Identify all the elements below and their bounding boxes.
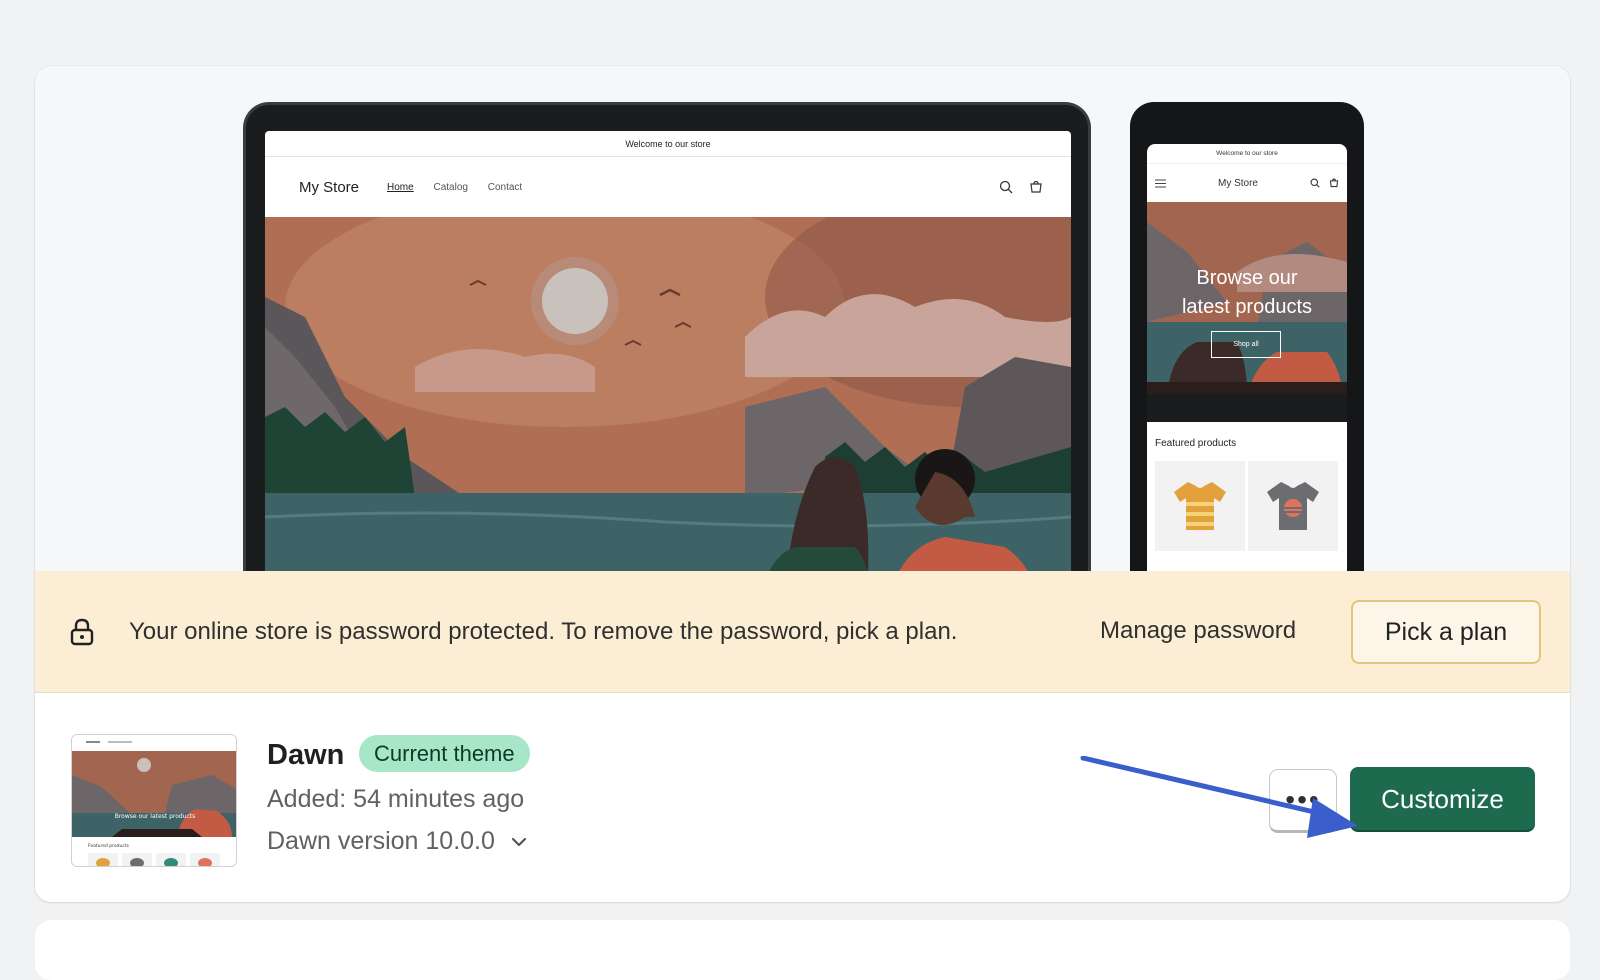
product-card — [1248, 461, 1338, 551]
theme-preview[interactable]: Welcome to our store My Store Home Catal… — [35, 66, 1570, 571]
announcement-bar: Welcome to our store — [265, 131, 1071, 157]
menu-icon — [1155, 179, 1166, 187]
mobile-header: My Store — [1147, 164, 1347, 202]
mobile-shop-all-button: Shop all — [1211, 331, 1281, 358]
mobile-hero: Browse our latest products Shop all — [1147, 202, 1347, 394]
password-message: Your online store is password protected.… — [129, 618, 958, 645]
theme-name: Dawn — [267, 739, 345, 771]
thumbnail-featured: Featured products — [88, 843, 130, 849]
theme-version-label: Dawn version 10.0.0 — [267, 827, 495, 855]
lock-icon — [70, 618, 94, 646]
current-theme-badge: Current theme — [359, 735, 530, 772]
password-banner: Your online store is password protected.… — [35, 571, 1570, 693]
mobile-announcement: Welcome to our store — [1147, 144, 1347, 164]
tshirt-gray-icon — [1267, 482, 1319, 530]
theme-version[interactable]: Dawn version 10.0.0 — [267, 827, 527, 856]
nav-contact: Contact — [487, 181, 523, 193]
theme-added-time: Added: 54 minutes ago — [267, 785, 525, 813]
search-icon — [999, 180, 1013, 194]
mobile-screen: Welcome to our store My Store Browse our… — [1147, 144, 1347, 571]
customize-button[interactable]: Customize — [1350, 767, 1535, 832]
hero-illustration — [265, 217, 1071, 571]
featured-title: Featured products — [1155, 438, 1237, 449]
nav-catalog: Catalog — [433, 181, 468, 193]
store-nav: Home Catalog Contact — [387, 182, 539, 193]
mobile-preview: Welcome to our store My Store Browse our… — [1130, 102, 1364, 571]
cart-icon — [1030, 180, 1042, 193]
store-header: My Store Home Catalog Contact — [265, 157, 1071, 217]
theme-card: Welcome to our store My Store Home Catal… — [35, 66, 1570, 902]
thumbnail-hero-text: Browse our latest products — [115, 813, 196, 820]
mobile-store-name: My Store — [1217, 177, 1258, 189]
pick-plan-button[interactable]: Pick a plan — [1351, 600, 1541, 664]
product-card — [1155, 461, 1245, 551]
theme-thumbnail[interactable]: Browse our latest products Featured prod… — [71, 734, 237, 867]
mobile-hero-line2: latest products — [1181, 296, 1313, 318]
chevron-down-icon[interactable] — [511, 837, 527, 847]
store-name: My Store — [299, 178, 360, 196]
manage-password-button[interactable]: Manage password — [1100, 617, 1296, 645]
tshirt-orange-icon — [1174, 482, 1226, 530]
mobile-featured: Featured products — [1147, 422, 1347, 551]
next-card — [35, 920, 1570, 980]
desktop-preview: Welcome to our store My Store Home Catal… — [243, 102, 1091, 571]
nav-home: Home — [387, 181, 414, 193]
more-actions-button[interactable]: ••• — [1269, 769, 1337, 833]
mobile-hero-line1: Browse our — [1196, 267, 1298, 289]
search-icon — [1310, 178, 1320, 188]
cart-icon — [1329, 178, 1339, 188]
desktop-screen: Welcome to our store My Store Home Catal… — [265, 131, 1071, 571]
